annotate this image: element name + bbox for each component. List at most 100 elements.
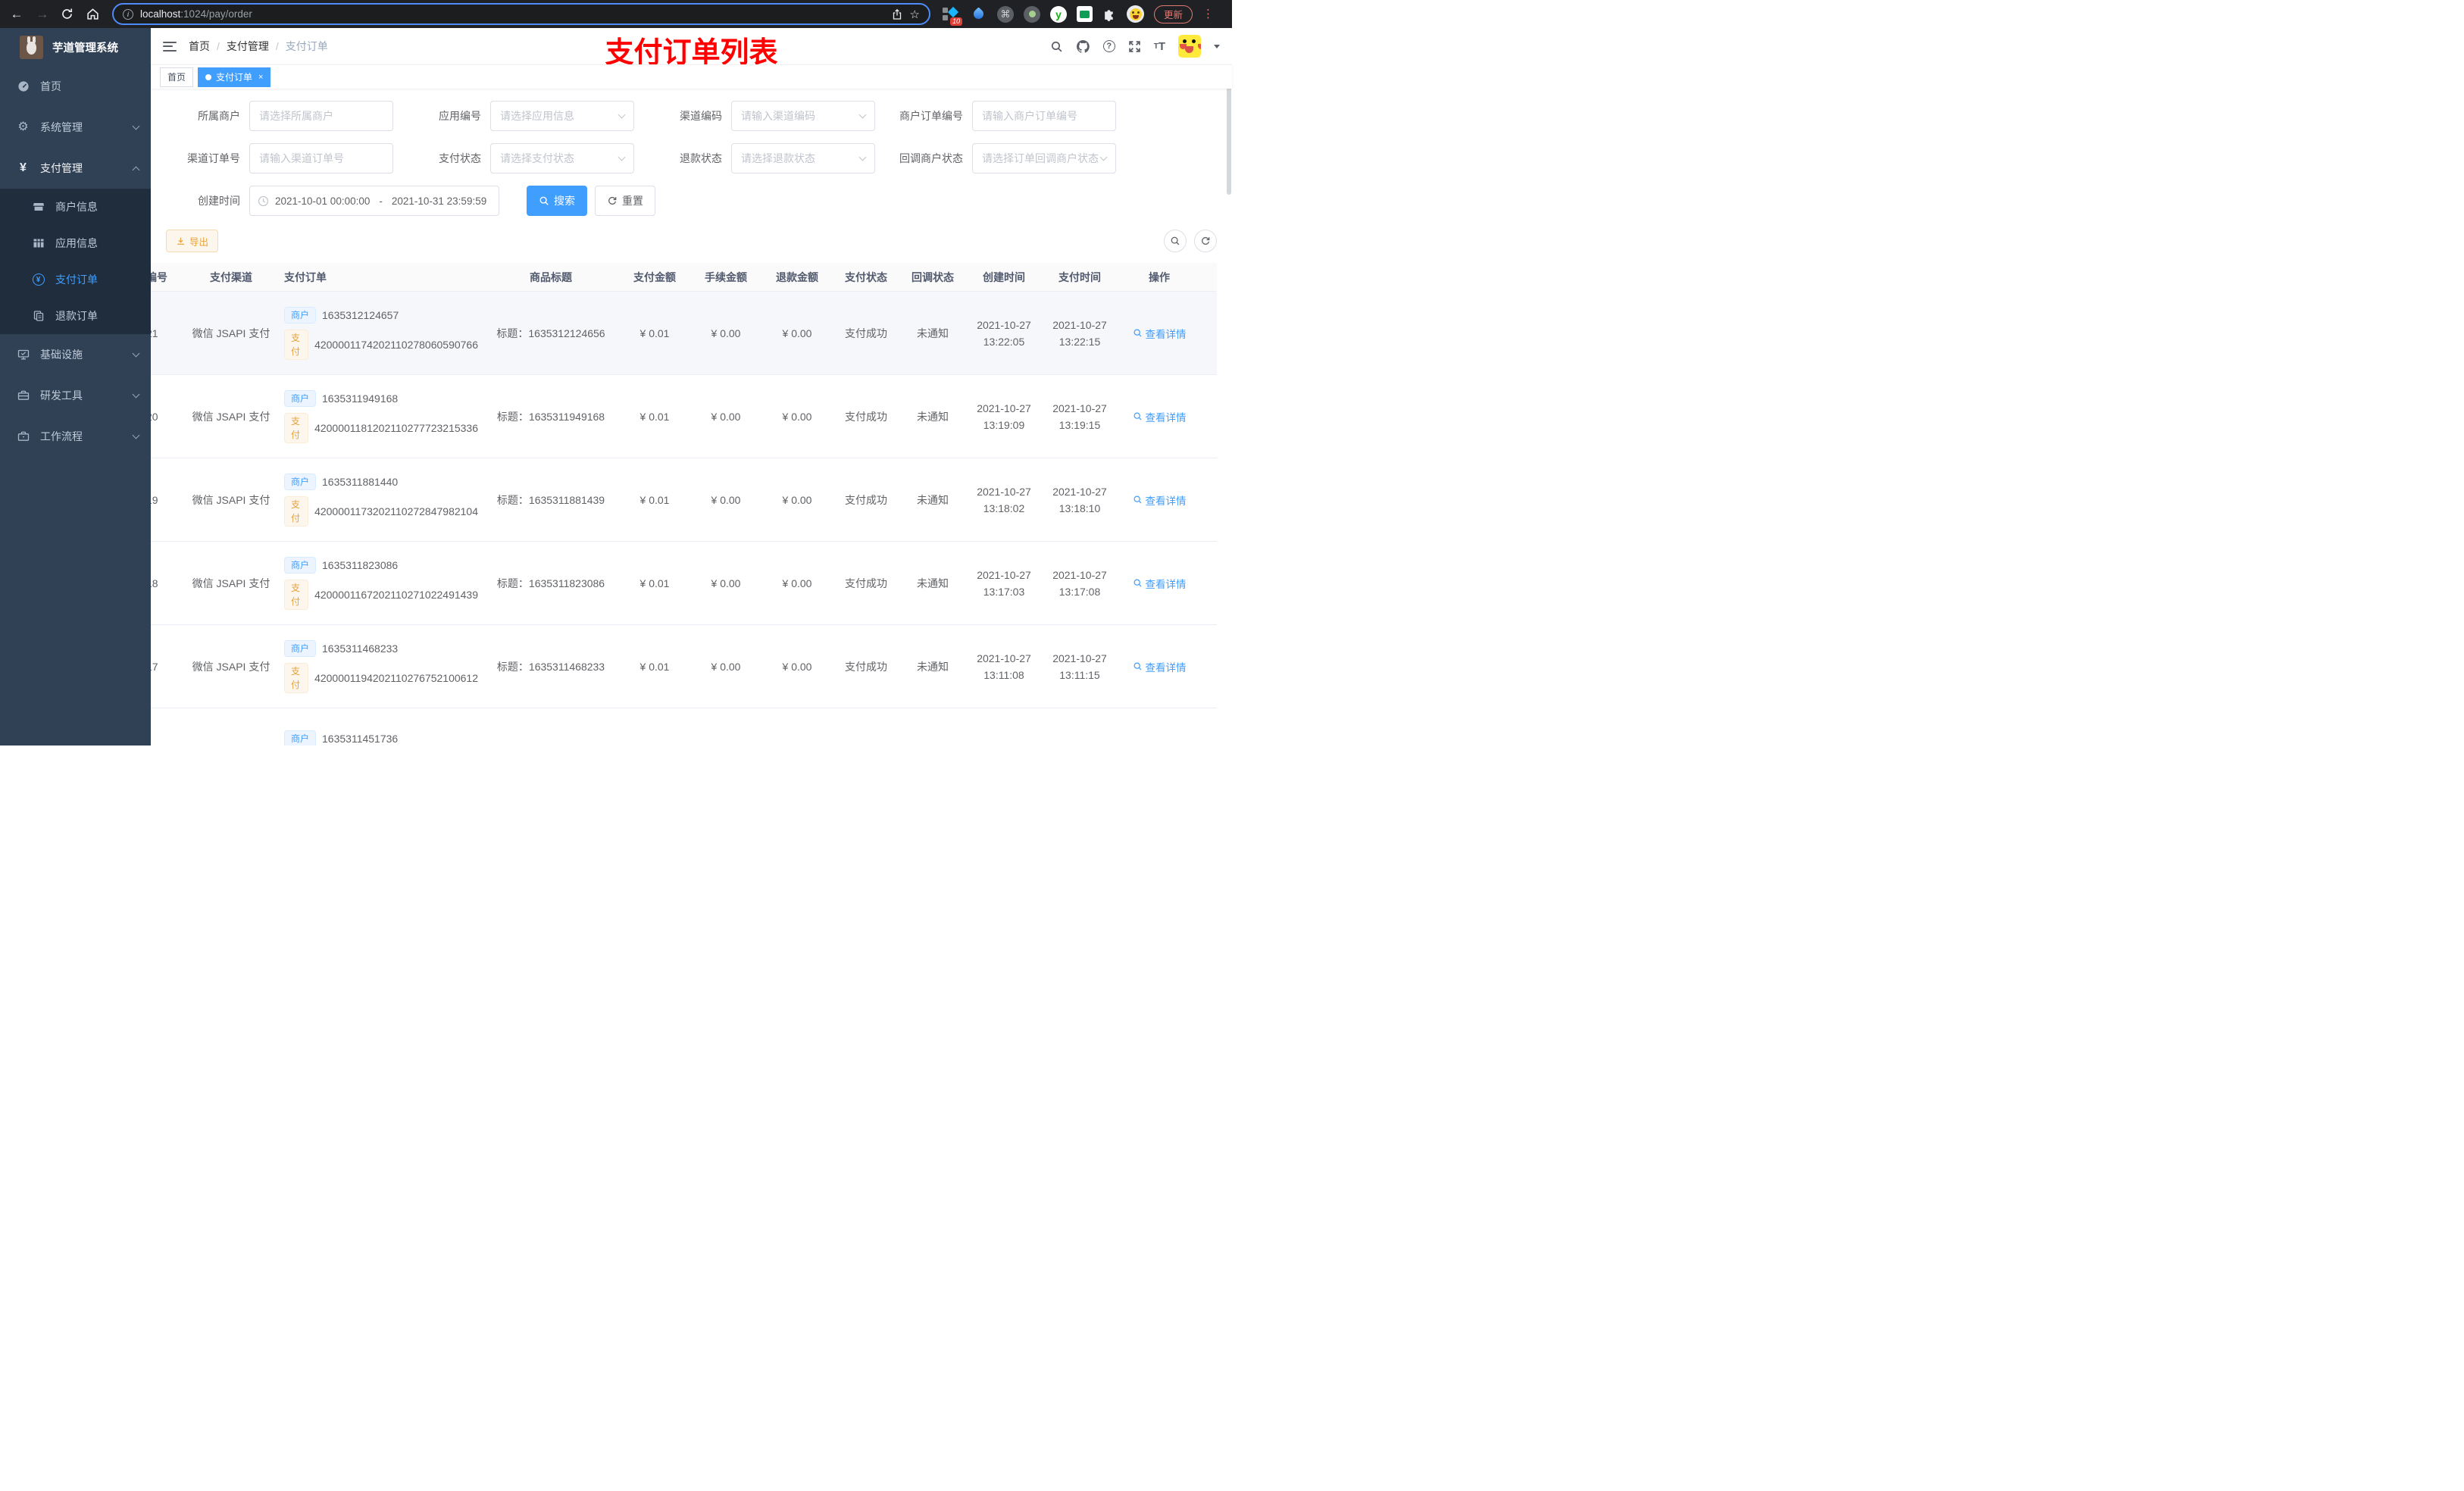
view-detail-link[interactable]: 查看详情: [1133, 492, 1187, 508]
sidebar-item-pay-order[interactable]: ¥ 支付订单: [0, 261, 151, 298]
reset-button[interactable]: 重置: [595, 186, 655, 216]
view-detail-link[interactable]: 查看详情: [1133, 576, 1187, 591]
table-row[interactable]: 21 微信 JSAPI 支付 商户 1635312124657 支付 4200001…: [151, 292, 1217, 375]
chevron-down-icon: [132, 390, 140, 399]
browser-update-button[interactable]: 更新: [1154, 5, 1193, 23]
address-bar[interactable]: i localhost:1024/pay/order ☆: [112, 3, 930, 25]
sidebar-item-refund-order[interactable]: 退款订单: [0, 298, 151, 334]
table-row[interactable]: 18 微信 JSAPI 支付 商户 1635311823086 支付 4200001…: [151, 542, 1217, 625]
tag-pay-order[interactable]: 支付订单 ×: [198, 67, 271, 87]
browser-back-icon[interactable]: ←: [9, 7, 24, 22]
search-button[interactable]: 搜索: [527, 186, 587, 216]
breadcrumb-home[interactable]: 首页: [189, 39, 210, 54]
sidebar-item-label: 系统管理: [40, 121, 83, 133]
export-button[interactable]: 导出: [166, 230, 219, 252]
fullscreen-icon[interactable]: [1128, 40, 1141, 53]
sidebar-item-merchant-info[interactable]: 商户信息: [0, 189, 151, 225]
table-toolbar: 导出: [166, 230, 1217, 252]
avatar-caret-icon[interactable]: [1214, 44, 1220, 48]
channel-order-no-input[interactable]: [259, 152, 383, 164]
help-icon[interactable]: ?: [1102, 40, 1115, 52]
browser-forward-icon[interactable]: →: [35, 7, 50, 22]
fee-amount: ¥ 0.00: [711, 660, 741, 673]
app-logo-row[interactable]: 芋道管理系统: [0, 28, 151, 66]
shop-icon: [32, 201, 45, 213]
monitor-icon: [17, 349, 30, 361]
table-row[interactable]: 19 微信 JSAPI 支付 商户 1635311881440 支付 4200001…: [151, 458, 1217, 542]
filter-refund-status: 退款状态 请选择退款状态: [648, 143, 875, 173]
merchant-tag: 商户: [284, 306, 317, 324]
font-size-icon[interactable]: TT: [1154, 40, 1165, 53]
merchant-tag: 商户: [284, 730, 317, 746]
view-detail-link[interactable]: 查看详情: [1133, 409, 1187, 424]
sidebar-item-system[interactable]: ⚙ 系统管理: [0, 107, 151, 148]
search-icon[interactable]: [1050, 40, 1063, 53]
date-range-input[interactable]: 2021-10-01 00:00:00 - 2021-10-31 23:59:5…: [249, 186, 499, 216]
sidebar-toggle-icon[interactable]: [163, 41, 177, 52]
profile-avatar[interactable]: [1127, 5, 1144, 23]
tag-home[interactable]: 首页: [160, 67, 194, 87]
page-content: 所属商户 应用编号 请选择应用信息 渠道编码 请输入渠道编码 商户订单编号: [151, 89, 1232, 746]
merchant-order-no: 1635311881440: [322, 475, 399, 488]
extension-dot-icon[interactable]: [1024, 5, 1040, 23]
field-label: 应用编号: [439, 110, 481, 122]
refund-amount: ¥ 0.00: [782, 327, 812, 339]
sidebar-item-label: 商户信息: [55, 201, 98, 213]
product-title: 标题：1635311468233: [496, 660, 605, 673]
create-time: 2021-10-27 13:11:08: [977, 652, 1031, 681]
sidebar-item-infrastructure[interactable]: 基础设施: [0, 334, 151, 375]
bookmark-star-icon[interactable]: ☆: [910, 8, 920, 21]
app-id-select[interactable]: 请选择应用信息: [490, 101, 634, 131]
tag-close-icon[interactable]: ×: [258, 73, 263, 82]
sidebar-item-workflow[interactable]: 工作流程: [0, 416, 151, 457]
breadcrumb-payment[interactable]: 支付管理: [227, 39, 269, 54]
extension-command-icon[interactable]: ⌘: [997, 5, 1014, 23]
github-icon[interactable]: [1076, 39, 1090, 54]
product-title: 标题：1635312124656: [496, 327, 605, 339]
share-icon[interactable]: [891, 8, 903, 20]
view-detail-link[interactable]: 查看详情: [1133, 659, 1187, 674]
col-header-create-time: 创建时间: [983, 270, 1025, 283]
table-row[interactable]: 20 微信 JSAPI 支付 商户 1635311949168 支付 4200001…: [151, 375, 1217, 458]
sidebar-item-home[interactable]: 首页: [0, 66, 151, 107]
extension-balloon-icon[interactable]: [969, 5, 987, 23]
fee-amount: ¥ 0.00: [711, 493, 741, 506]
browser-menu-icon[interactable]: ⋮: [1202, 8, 1214, 20]
channel-code-select[interactable]: 请输入渠道编码: [731, 101, 875, 131]
refund-status-select[interactable]: 请选择退款状态: [731, 143, 875, 173]
merchant-order-no: 1635311468233: [322, 642, 399, 655]
filter-row-2: 渠道订单号 支付状态 请选择支付状态 退款状态 请选择退款状态 回调商户状: [166, 143, 1217, 173]
toggle-search-button[interactable]: [1164, 230, 1187, 252]
view-detail-link[interactable]: 查看详情: [1133, 326, 1187, 341]
table-row[interactable]: 商户1635311451736 支付: [151, 708, 1217, 746]
pay-tag: 支付: [284, 662, 309, 693]
table-row[interactable]: 17 微信 JSAPI 支付 商户 1635311468233 支付 4200001…: [151, 625, 1217, 708]
merchant-tag: 商户: [284, 639, 317, 657]
browser-reload-icon[interactable]: [61, 8, 76, 20]
yen-icon: ¥: [20, 161, 27, 174]
refresh-button[interactable]: [1194, 230, 1217, 252]
browser-home-icon[interactable]: [86, 8, 102, 20]
sidebar-item-app-info[interactable]: 应用信息: [0, 225, 151, 261]
col-header-fee: 手续金额: [705, 270, 747, 283]
merchant-order-no-input[interactable]: [982, 110, 1106, 122]
notify-status-select[interactable]: 请选择订单回调商户状态: [972, 143, 1116, 173]
merchant-order-no: 1635312124657: [322, 308, 399, 321]
filter-merchant: 所属商户: [166, 101, 393, 131]
extension-diamond-icon[interactable]: 10: [941, 5, 962, 26]
extension-y-icon[interactable]: y: [1050, 5, 1067, 23]
merchant-input[interactable]: [259, 110, 383, 122]
page-scrollbar[interactable]: [1227, 31, 1231, 743]
user-avatar[interactable]: [1178, 35, 1201, 58]
main-area: 首页 / 支付管理 / 支付订单 支付订单列表 ? TT 首页 支付订单 × 所…: [151, 28, 1232, 746]
merchant-order-no: 1635311823086: [322, 558, 399, 571]
sidebar-item-payment[interactable]: ¥ 支付管理: [0, 148, 151, 189]
field-label: 回调商户状态: [899, 152, 963, 164]
pay-status-select[interactable]: 请选择支付状态: [490, 143, 634, 173]
sidebar-item-devtools[interactable]: 研发工具: [0, 375, 151, 416]
document-icon: [32, 310, 45, 322]
create-time: 2021-10-27 13:18:02: [977, 485, 1031, 514]
site-info-icon[interactable]: i: [123, 8, 133, 20]
extensions-puzzle-icon[interactable]: [1102, 7, 1117, 21]
extension-chat-icon[interactable]: [1077, 6, 1093, 22]
